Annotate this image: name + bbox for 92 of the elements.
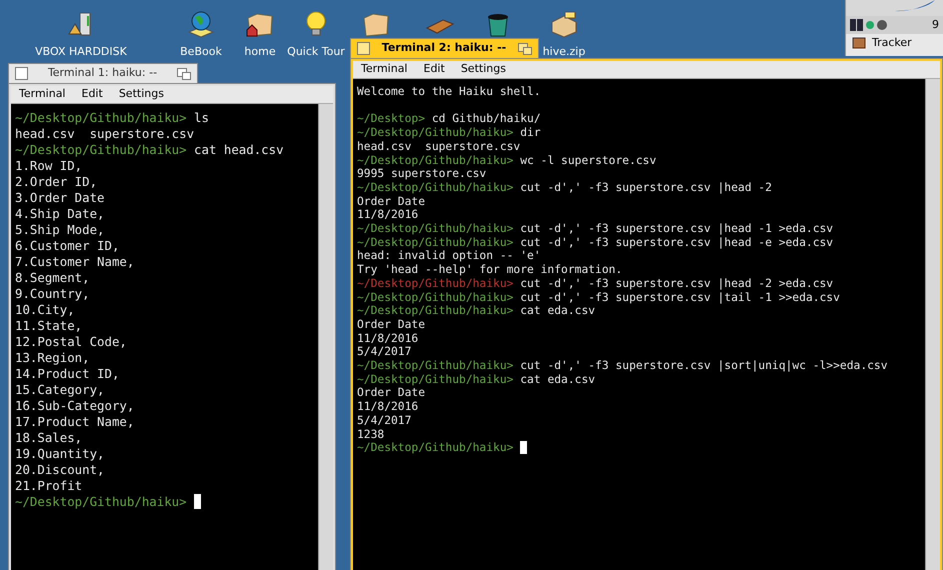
shell-prompt: ~/Desktop/Github/haiku> <box>15 142 187 158</box>
output-line: Order Date <box>357 386 426 400</box>
desktop-icon-label[interactable]: Quick Tour <box>287 46 345 58</box>
tracker-item[interactable]: Tracker <box>846 34 943 52</box>
output-line: 8.Segment, <box>15 270 90 286</box>
output-line: 5/4/2017 <box>357 345 412 360</box>
tray-icon[interactable] <box>850 19 890 31</box>
output-line: 5.Ship Mode, <box>15 222 105 238</box>
close-box-icon[interactable] <box>357 42 370 55</box>
output-line: 14.Product ID, <box>15 366 120 382</box>
output-line: head.csv superstore.csv <box>15 126 194 142</box>
shell-prompt: ~/Desktop/Github/haiku> <box>357 180 514 195</box>
output-line: 3.Order Date <box>15 190 105 206</box>
command-text: cut -d',' -f3 superstore.csv |sort|uniq|wc -l>>eda.csv <box>520 359 888 373</box>
window-title: Terminal 1: haiku: -- <box>46 65 158 82</box>
menu-item[interactable]: Terminal <box>13 86 72 103</box>
output-line: 10.City, <box>15 302 75 318</box>
output-line: Order Date <box>357 318 426 332</box>
desktop-icon-label[interactable]: VBOX HARDDISK <box>35 46 127 58</box>
command-text: ls <box>194 110 209 126</box>
output-line: 11/8/2016 <box>357 400 418 414</box>
output-line: 13.Region, <box>15 350 90 366</box>
output-line: 17.Product Name, <box>15 414 134 430</box>
output-line: Order Date <box>357 194 426 208</box>
output-line: head.csv superstore.csv <box>357 140 520 154</box>
shell-prompt: ~/Desktop/Github/haiku> <box>357 359 514 373</box>
output-line: Welcome to the Haiku shell. <box>357 85 541 99</box>
shell-prompt: ~/Desktop/Github/haiku> <box>15 110 187 126</box>
window-title: Terminal 2: haiku: -- <box>380 40 508 56</box>
output-line: 11.State, <box>15 318 82 334</box>
output-line: 9.Country, <box>15 286 90 302</box>
command-text: cat head.csv <box>194 142 284 158</box>
shell-prompt: ~/Desktop/Github/haiku> <box>357 372 514 386</box>
menu-item[interactable]: Settings <box>454 61 512 78</box>
shell-prompt: ~/Desktop/Github/haiku> <box>357 276 514 291</box>
menu-item[interactable]: Edit <box>418 61 451 78</box>
desktop-icon-label[interactable]: home <box>244 46 276 58</box>
command-text: cut -d',' -f3 superstore.csv |tail -1 >>eda.csv <box>520 290 840 304</box>
command-text: cut -d',' -f3 superstore.csv |head -2 <box>520 180 772 195</box>
clock-text: 9 <box>932 16 939 33</box>
output-line: 19.Quantity, <box>15 446 105 462</box>
box-icon <box>852 37 866 49</box>
output-line: 11/8/2016 <box>357 208 418 222</box>
output-line: 18.Sales, <box>15 430 82 446</box>
desktop-icon-label[interactable]: hive.zip <box>542 46 586 58</box>
command-text: cat eda.csv <box>520 304 596 318</box>
globe-icon <box>186 10 216 38</box>
command-text: cut -d',' -f3 superstore.csv |head -1 >eda.csv <box>520 222 834 236</box>
menu-item[interactable]: Terminal <box>355 61 414 78</box>
command-text: wc -l superstore.csv <box>520 154 656 168</box>
output-line: head: invalid option -- 'e' <box>357 249 541 264</box>
command-text: cut -d',' -f3 superstore.csv |head -e >eda.csv <box>520 236 834 250</box>
output-line: 12.Postal Code, <box>15 334 127 350</box>
output-line: 4.Ship Date, <box>15 206 105 222</box>
output-line: 2.Order ID, <box>15 174 98 190</box>
command-text: cd Github/haiku/ <box>432 112 541 126</box>
output-line: 11/8/2016 <box>357 332 418 346</box>
shell-prompt: ~/Desktop/Github/haiku> <box>357 236 514 250</box>
output-line: 20.Discount, <box>15 462 105 478</box>
output-line: Try 'head --help' for more information. <box>357 263 622 277</box>
command-text: cut -d',' -f3 superstore.csv |head -2 >eda.csv <box>520 276 834 291</box>
output-line: 21.Profit <box>15 478 82 494</box>
close-box-icon[interactable] <box>15 67 28 80</box>
output-line: 16.Sub-Category, <box>15 398 134 414</box>
zoom-box-icon[interactable] <box>177 68 191 80</box>
window-tab[interactable]: Terminal 1: haiku: -- <box>8 63 198 83</box>
output-line: 1238 <box>357 428 384 442</box>
shell-prompt: ~/Desktop/Github/haiku> <box>15 494 187 510</box>
shell-prompt: ~/Desktop/Github/haiku> <box>357 290 514 304</box>
shell-prompt: ~/Desktop/Github/haiku> <box>357 154 514 168</box>
menu-item[interactable]: Edit <box>76 86 109 103</box>
package-icon <box>549 10 579 38</box>
scrollbar[interactable] <box>318 104 333 570</box>
output-line: 1.Row ID, <box>15 158 82 174</box>
output-line: 5/4/2017 <box>357 414 412 428</box>
shell-prompt: ~/Desktop/Github/haiku> <box>357 126 514 140</box>
output-line: 7.Customer Name, <box>15 254 134 270</box>
command-text: dir <box>520 126 541 140</box>
shell-prompt: ~/Desktop/Github/haiku> <box>357 222 514 236</box>
output-line: 6.Customer ID, <box>15 238 120 254</box>
window-tab[interactable]: Terminal 2: haiku: -- <box>350 38 539 58</box>
scrollbar[interactable] <box>925 79 940 570</box>
output-line: 9995 superstore.csv <box>357 167 486 181</box>
desktop-icon-label[interactable]: BeBook <box>180 46 222 58</box>
shell-prompt: ~/Desktop/Github/haiku> <box>357 441 514 455</box>
shell-prompt: ~/Desktop> <box>357 112 426 126</box>
shell-prompt: ~/Desktop/Github/haiku> <box>357 304 514 318</box>
command-text: cat eda.csv <box>520 372 596 386</box>
output-line: 15.Category, <box>15 382 105 398</box>
zoom-box-icon[interactable] <box>518 42 532 54</box>
menu-item[interactable]: Settings <box>112 86 170 103</box>
tracker-label: Tracker <box>872 34 912 51</box>
